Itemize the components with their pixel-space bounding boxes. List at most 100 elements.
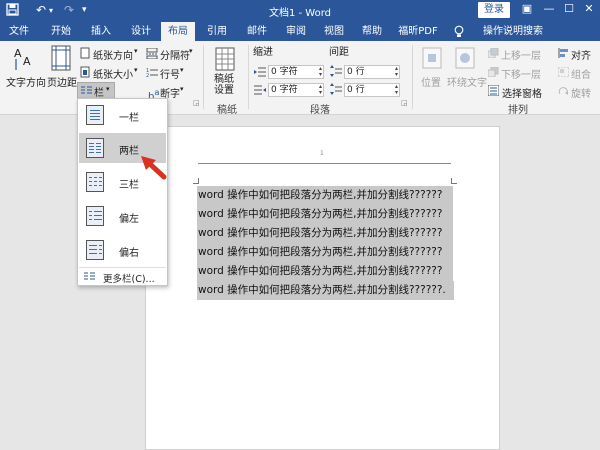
line-numbers-icon[interactable]: 12	[146, 67, 158, 81]
draft-paper-icon[interactable]	[215, 47, 235, 74]
space-after-icon	[330, 83, 342, 98]
draft-settings-line2: 设置	[214, 85, 234, 96]
indent-right-value: 0 字符	[271, 85, 298, 95]
group-icon[interactable]	[557, 66, 570, 80]
dialog-launcher-icon[interactable]: ◲	[401, 99, 408, 107]
menu-item-one-column[interactable]: 一栏	[79, 100, 166, 130]
breaks-icon[interactable]	[146, 47, 158, 62]
chevron-down-icon: ▾	[106, 85, 110, 93]
orientation-button[interactable]: 纸张方向	[93, 47, 133, 62]
margin-corner-right	[451, 178, 457, 184]
text-line[interactable]: word 操作中如何把段落分为两栏,并加分割线??????	[197, 243, 453, 262]
header-separator	[198, 163, 451, 164]
ribbon-display-icon[interactable]: ▣	[518, 2, 536, 15]
text-line[interactable]: word 操作中如何把段落分为两栏,并加分割线??????	[197, 262, 453, 281]
tab-review[interactable]: 审阅	[281, 22, 311, 41]
svg-text:A: A	[14, 47, 22, 60]
tab-view[interactable]: 视图	[319, 22, 349, 41]
size-button[interactable]: 纸张大小	[93, 66, 133, 81]
divider	[203, 45, 204, 109]
three-columns-icon	[86, 172, 104, 192]
size-icon[interactable]	[80, 66, 91, 81]
columns-button[interactable]: 栏 ▾	[77, 82, 115, 99]
spinner-icon[interactable]: ▴ ▾	[319, 84, 322, 96]
selection-pane-icon[interactable]	[487, 84, 500, 99]
login-button[interactable]: 登录	[478, 2, 510, 18]
title-bar: ↶ ▾ ↷ ▾ 文档1 - Word 登录 ▣ — ☐ ✕	[0, 0, 600, 22]
draft-group-label: 稿纸	[217, 105, 237, 116]
chevron-down-icon: ▾	[134, 47, 138, 55]
tab-home[interactable]: 开始	[46, 22, 76, 41]
margins-icon[interactable]	[50, 45, 72, 74]
wrap-text-button[interactable]: 环绕文字	[447, 74, 487, 89]
indent-left-input[interactable]: 0 字符 ▴ ▾	[268, 65, 324, 79]
indent-right-input[interactable]: 0 字符 ▴ ▾	[268, 83, 324, 97]
rotate-button[interactable]: 旋转	[571, 85, 591, 100]
orientation-icon[interactable]	[80, 47, 91, 62]
text-line[interactable]: word 操作中如何把段落分为两栏,并加分割线??????	[197, 186, 453, 205]
tab-file[interactable]: 文件	[4, 22, 34, 41]
space-before-input[interactable]: 0 行 ▴ ▾	[344, 65, 400, 79]
one-column-icon	[86, 105, 104, 125]
spinner-icon[interactable]: ▴ ▾	[319, 66, 322, 78]
margin-corner-left	[193, 178, 199, 184]
send-backward-button[interactable]: 下移一层	[501, 66, 541, 81]
chevron-down-icon: ▾	[189, 47, 193, 55]
menu-item-left[interactable]: 偏左	[79, 201, 166, 231]
position-icon[interactable]	[422, 47, 442, 72]
menu-item-label: 偏右	[119, 248, 139, 259]
tab-mailings[interactable]: 邮件	[242, 22, 272, 41]
line-numbers-button[interactable]: 行号	[160, 66, 180, 81]
svg-text:A: A	[23, 55, 31, 68]
wrap-text-icon[interactable]	[455, 47, 475, 72]
more-columns-icon	[84, 272, 95, 284]
draft-settings-line1: 稿纸	[214, 74, 234, 85]
bring-forward-button[interactable]: 上移一层	[501, 47, 541, 62]
bring-forward-icon[interactable]	[487, 47, 499, 61]
text-direction-label: 文字方向	[6, 78, 46, 89]
page-number: 1	[320, 150, 324, 157]
text-line[interactable]: word 操作中如何把段落分为两栏,并加分割线??????	[197, 205, 453, 224]
send-backward-icon[interactable]	[487, 66, 499, 80]
menu-item-more-columns[interactable]: 更多栏(C)...	[79, 271, 166, 285]
menu-item-right[interactable]: 偏右	[79, 235, 166, 265]
spinner-icon[interactable]: ▴ ▾	[395, 84, 398, 96]
text-line[interactable]: word 操作中如何把段落分为两栏,并加分割线??????	[197, 224, 453, 243]
pointer-arrow-icon	[137, 152, 171, 187]
menu-item-label: 三栏	[119, 180, 139, 191]
space-after-input[interactable]: 0 行 ▴ ▾	[344, 83, 400, 97]
indent-right-icon	[254, 85, 266, 98]
rotate-icon[interactable]	[558, 86, 569, 99]
divider	[248, 45, 249, 109]
divider	[412, 45, 413, 109]
draft-settings-button[interactable]: 稿纸 设置	[214, 74, 234, 96]
tab-help[interactable]: 帮助	[357, 22, 387, 41]
spacing-label: 间距	[329, 47, 349, 58]
dialog-launcher-icon[interactable]: ◲	[193, 99, 200, 107]
tell-me-search[interactable]: 操作说明搜索	[468, 22, 558, 41]
tab-foxit-pdf[interactable]: 福昕PDF	[392, 22, 444, 41]
two-columns-icon	[86, 138, 104, 158]
tab-design[interactable]: 设计	[126, 22, 156, 41]
margins-label: 页边距	[47, 78, 77, 89]
maximize-icon[interactable]: ☐	[560, 2, 578, 15]
left-column-icon	[86, 206, 104, 226]
spinner-icon[interactable]: ▴ ▾	[395, 66, 398, 78]
text-direction-icon[interactable]: AA	[12, 45, 36, 74]
align-button[interactable]: 对齐	[571, 47, 591, 62]
text-line[interactable]: word 操作中如何把段落分为两栏,并加分割线??????.	[197, 281, 454, 300]
menu-item-label: 偏左	[119, 214, 139, 225]
minimize-icon[interactable]: —	[540, 2, 558, 15]
tab-insert[interactable]: 插入	[86, 22, 116, 41]
chevron-down-icon: ▾	[134, 66, 138, 74]
breaks-button[interactable]: 分隔符	[160, 47, 190, 62]
selection-pane-button[interactable]: 选择窗格	[502, 85, 542, 100]
tab-layout[interactable]: 布局	[161, 22, 195, 41]
close-icon[interactable]: ✕	[580, 2, 598, 15]
tab-references[interactable]: 引用	[202, 22, 232, 41]
position-button[interactable]: 位置	[421, 74, 441, 89]
indent-left-icon	[254, 67, 266, 80]
indent-label: 缩进	[253, 47, 273, 58]
align-icon[interactable]	[558, 48, 569, 61]
group-button[interactable]: 组合	[571, 66, 591, 81]
